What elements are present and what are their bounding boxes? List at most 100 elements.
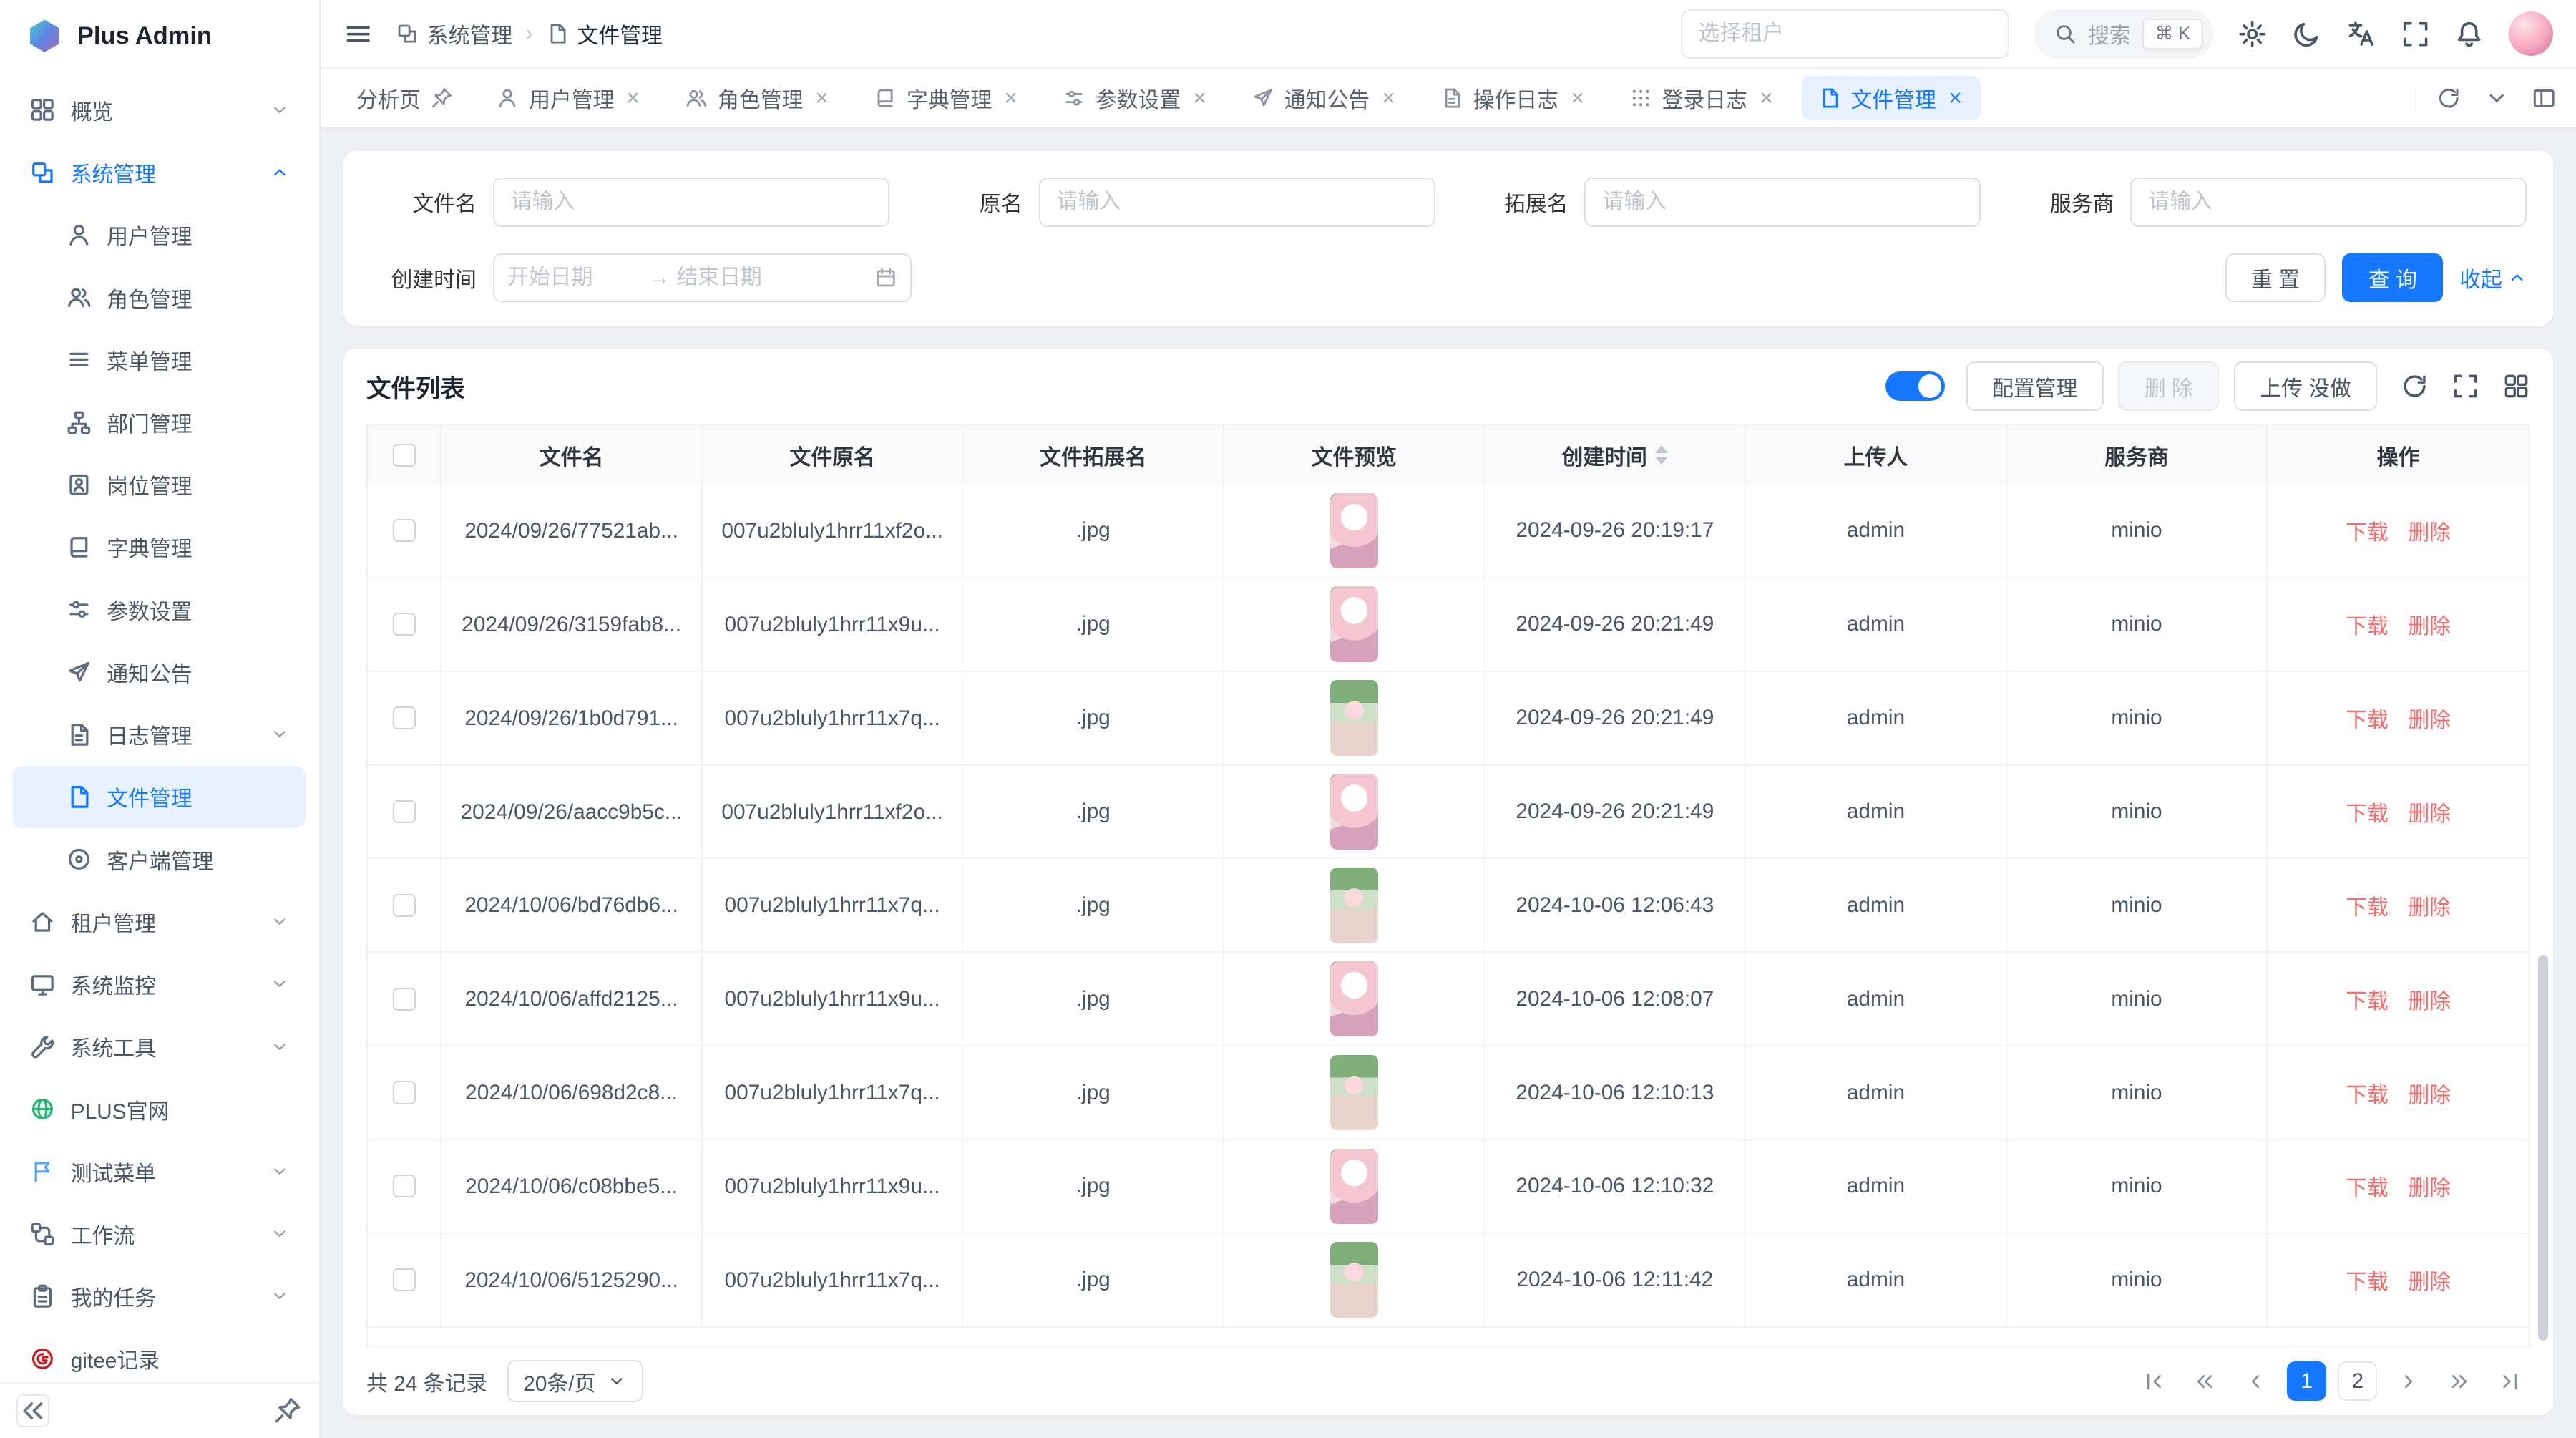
breadcrumb-item-file-management[interactable]: 文件管理 <box>546 18 663 49</box>
sidebar-item-file-management[interactable]: 文件管理 <box>13 766 306 828</box>
breadcrumb-item-system-management[interactable]: 系统管理 <box>396 18 512 49</box>
row-checkbox[interactable] <box>393 1268 416 1291</box>
row-checkbox[interactable] <box>393 1081 416 1104</box>
collapse-sidebar-button[interactable] <box>16 1394 49 1427</box>
global-search[interactable]: 搜索 ⌘ K <box>2034 9 2212 59</box>
file-preview-thumbnail[interactable] <box>1330 493 1378 569</box>
row-checkbox[interactable] <box>393 519 416 542</box>
page-1-button[interactable]: 1 <box>2287 1361 2326 1401</box>
file-preview-thumbnail[interactable] <box>1330 868 1378 943</box>
row-checkbox[interactable] <box>393 613 416 636</box>
sidebar-item-overview[interactable]: 概览 <box>13 79 306 141</box>
extension-input[interactable] <box>1584 178 1981 227</box>
delete-link[interactable]: 删除 <box>2408 608 2451 640</box>
date-range-input[interactable]: → <box>493 253 912 303</box>
file-preview-thumbnail[interactable] <box>1330 1242 1378 1318</box>
sidebar-item-tenant-management[interactable]: 租户管理 <box>13 890 306 953</box>
download-link[interactable]: 下载 <box>2346 702 2389 734</box>
column-settings-button[interactable] <box>2502 372 2530 400</box>
sidebar-item-department-management[interactable]: 部门管理 <box>13 391 306 453</box>
provider-input[interactable] <box>2130 178 2527 227</box>
sidebar-item-workflow[interactable]: 工作流 <box>13 1203 306 1265</box>
file-name-input[interactable] <box>493 178 889 227</box>
tab-operation-log[interactable]: 操作日志 <box>1424 76 1603 120</box>
last-page-button[interactable] <box>2491 1361 2530 1401</box>
config-management-button[interactable]: 配置管理 <box>1966 361 2104 411</box>
sidebar-item-log-management[interactable]: 日志管理 <box>13 704 306 766</box>
download-link[interactable]: 下载 <box>2346 796 2389 827</box>
sidebar-item-test-menu[interactable]: 测试菜单 <box>13 1140 306 1203</box>
query-button[interactable]: 查 询 <box>2342 253 2443 303</box>
close-tab-icon[interactable] <box>1568 89 1586 107</box>
tenant-select[interactable] <box>1681 9 2009 59</box>
tab-analysis[interactable]: 分析页 <box>340 76 469 120</box>
app-logo[interactable]: Plus Admin <box>0 0 319 72</box>
download-link[interactable]: 下载 <box>2346 890 2389 921</box>
settings-button[interactable] <box>2238 19 2267 49</box>
sidebar-item-client-management[interactable]: 客户端管理 <box>13 828 306 890</box>
toggle-switch[interactable] <box>1885 371 1945 401</box>
row-checkbox[interactable] <box>393 706 416 729</box>
delete-link[interactable]: 删除 <box>2408 1170 2451 1202</box>
sidebar-item-parameter-settings[interactable]: 参数设置 <box>13 578 306 641</box>
page-2-button[interactable]: 2 <box>2338 1361 2377 1401</box>
pin-sidebar-button[interactable] <box>273 1396 302 1425</box>
select-all-checkbox[interactable] <box>393 444 416 467</box>
download-link[interactable]: 下载 <box>2346 1077 2389 1109</box>
sidebar-item-dict-management[interactable]: 字典管理 <box>13 516 306 578</box>
table-scrollbar[interactable] <box>2538 955 2548 1341</box>
user-avatar[interactable] <box>2509 11 2553 56</box>
delete-selected-button[interactable]: 删 除 <box>2118 361 2219 411</box>
refresh-page-button[interactable] <box>2436 86 2461 110</box>
delete-link[interactable]: 删除 <box>2408 1077 2451 1109</box>
tab-file-management[interactable]: 文件管理 <box>1802 76 1981 120</box>
page-size-select[interactable]: 20条/页 <box>507 1360 643 1403</box>
column-header[interactable]: 创建时间 <box>1485 425 1747 485</box>
sidebar-item-menu-management[interactable]: 菜单管理 <box>13 329 306 391</box>
close-tab-icon[interactable] <box>1757 89 1775 107</box>
language-button[interactable] <box>2346 19 2376 49</box>
tab-options-button[interactable] <box>2484 86 2509 110</box>
tab-role-management[interactable]: 角色管理 <box>668 76 847 120</box>
sort-asc-icon[interactable] <box>1655 445 1668 453</box>
sort-desc-icon[interactable] <box>1655 457 1668 465</box>
close-tab-icon[interactable] <box>624 89 642 107</box>
row-checkbox[interactable] <box>393 1175 416 1197</box>
sidebar-item-my-tasks[interactable]: 我的任务 <box>13 1265 306 1328</box>
end-date-input[interactable] <box>677 266 811 290</box>
row-checkbox[interactable] <box>393 894 416 917</box>
close-tab-icon[interactable] <box>813 89 831 107</box>
sort-control[interactable] <box>1655 445 1668 465</box>
sidebar-item-system-management[interactable]: 系统管理 <box>13 141 306 203</box>
close-tab-icon[interactable] <box>1002 89 1020 107</box>
delete-link[interactable]: 删除 <box>2408 890 2451 921</box>
tab-user-management[interactable]: 用户管理 <box>479 76 658 120</box>
download-link[interactable]: 下载 <box>2346 1170 2389 1202</box>
sidebar-item-role-management[interactable]: 角色管理 <box>13 266 306 329</box>
delete-link[interactable]: 删除 <box>2408 983 2451 1015</box>
file-preview-thumbnail[interactable] <box>1330 774 1378 850</box>
delete-link[interactable]: 删除 <box>2408 515 2451 546</box>
layout-panel-button[interactable] <box>2532 86 2556 110</box>
tab-parameter-settings[interactable]: 参数设置 <box>1046 76 1225 120</box>
menu-toggle-button[interactable] <box>343 19 373 49</box>
start-date-input[interactable] <box>507 266 642 290</box>
refresh-table-button[interactable] <box>2401 372 2429 400</box>
tab-notice-management[interactable]: 通知公告 <box>1235 76 1414 120</box>
sidebar-item-system-tools[interactable]: 系统工具 <box>13 1016 306 1078</box>
prev-page-button[interactable] <box>2236 1361 2275 1401</box>
sidebar-item-system-monitor[interactable]: 系统监控 <box>13 953 306 1015</box>
sidebar-item-plus-website[interactable]: PLUS官网 <box>13 1078 306 1140</box>
file-preview-thumbnail[interactable] <box>1330 1055 1378 1131</box>
row-checkbox[interactable] <box>393 988 416 1011</box>
sidebar-item-gitee-record[interactable]: gitee记录 <box>13 1328 306 1382</box>
delete-link[interactable]: 删除 <box>2408 796 2451 827</box>
file-preview-thumbnail[interactable] <box>1330 961 1378 1037</box>
file-preview-thumbnail[interactable] <box>1330 586 1378 662</box>
file-preview-thumbnail[interactable] <box>1330 1149 1378 1225</box>
notifications-button[interactable] <box>2454 19 2484 49</box>
fullscreen-button[interactable] <box>2401 19 2430 49</box>
download-link[interactable]: 下载 <box>2346 1264 2389 1296</box>
sidebar-item-post-management[interactable]: 岗位管理 <box>13 454 306 516</box>
close-tab-icon[interactable] <box>1191 89 1209 107</box>
